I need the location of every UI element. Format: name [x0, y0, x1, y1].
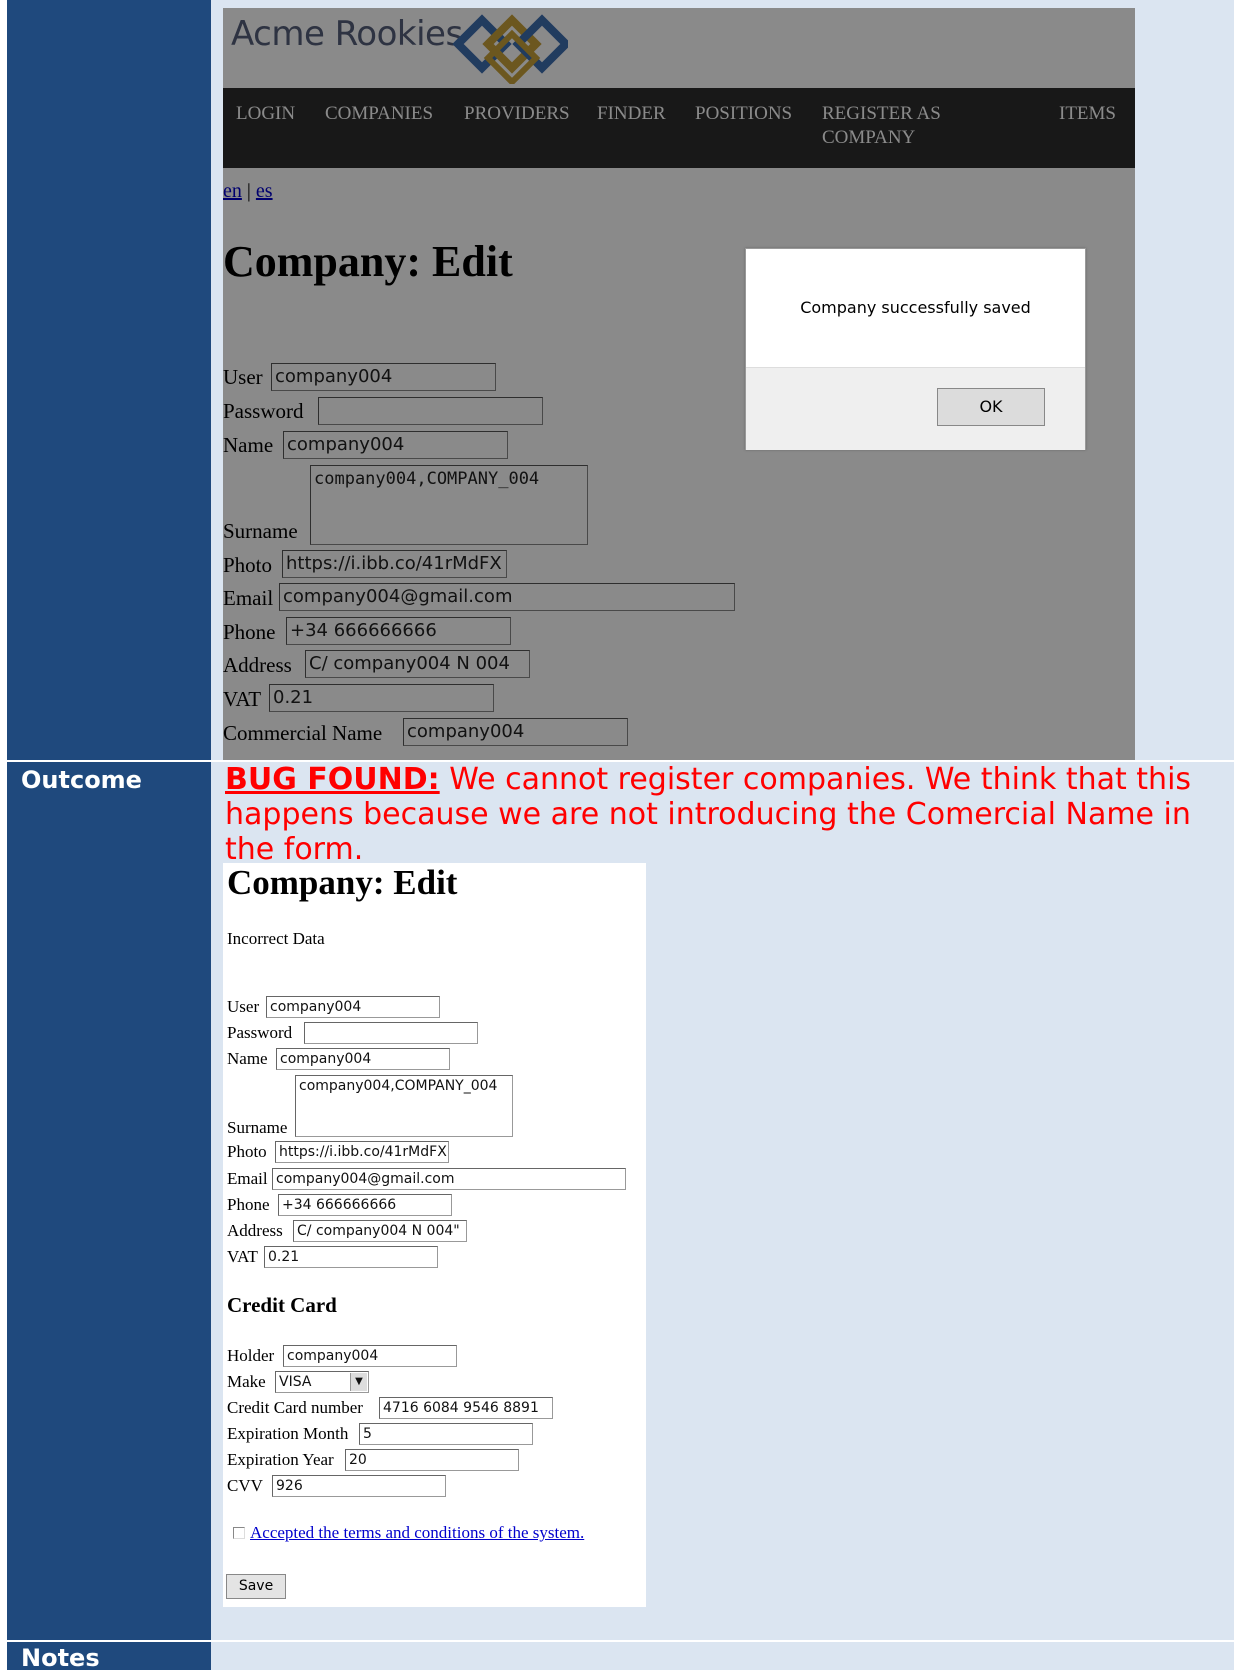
cvv-label: CVV — [227, 1476, 263, 1495]
dialog-footer: OK — [746, 367, 1085, 450]
make-select[interactable]: VISA ▼ — [275, 1371, 369, 1393]
error-message: Incorrect Data — [227, 929, 325, 948]
credit-card-heading: Credit Card — [227, 1293, 337, 1317]
card-number-input[interactable]: 4716 6084 9546 8891 — [379, 1397, 553, 1419]
surname-textarea[interactable]: company004,COMPANY_004 — [295, 1075, 513, 1137]
dialog-ok-button[interactable]: OK — [937, 388, 1045, 426]
card-number-label: Credit Card number — [227, 1398, 363, 1417]
bug-found-label: BUG FOUND: — [225, 762, 440, 797]
phone-label: Phone — [227, 1195, 270, 1214]
expiration-year-label: Expiration Year — [227, 1450, 334, 1469]
surname-label: Surname — [227, 1118, 288, 1137]
expiration-year-input[interactable]: 20 — [345, 1449, 519, 1471]
row-divider — [0, 1640, 1234, 1642]
address-input[interactable]: C/ company004 N 004" — [293, 1220, 467, 1242]
terms-checkbox[interactable] — [233, 1527, 245, 1539]
terms-link[interactable]: Accepted the terms and conditions of the… — [250, 1523, 584, 1543]
save-button[interactable]: Save — [226, 1574, 286, 1599]
holder-label: Holder — [227, 1346, 275, 1365]
cvv-input[interactable]: 926 — [272, 1475, 446, 1497]
expiration-month-input[interactable]: 5 — [359, 1423, 533, 1445]
dialog-message: Company successfully saved — [800, 298, 1031, 317]
chevron-down-icon[interactable]: ▼ — [350, 1373, 367, 1391]
form-title: Company: Edit — [227, 863, 458, 902]
address-label: Address — [227, 1221, 283, 1240]
phone-input[interactable]: +34 666666666 — [278, 1194, 452, 1216]
password-input[interactable] — [304, 1022, 478, 1044]
name-label: Name — [227, 1049, 268, 1068]
name-input[interactable]: company004 — [276, 1048, 450, 1070]
email-input[interactable]: company004@gmail.com — [272, 1168, 626, 1190]
outcome-label: Outcome — [21, 766, 142, 794]
screenshot-incorrect-data: Company: Edit Incorrect Data User compan… — [223, 863, 646, 1607]
vat-label: VAT — [227, 1247, 258, 1266]
outcome-text: BUG FOUND: We cannot register companies.… — [225, 762, 1225, 867]
user-input[interactable]: company004 — [266, 996, 440, 1018]
photo-label: Photo — [227, 1142, 267, 1161]
make-label: Make — [227, 1372, 266, 1391]
password-label: Password — [227, 1023, 293, 1042]
user-label: User — [227, 997, 260, 1016]
left-column — [7, 0, 211, 1670]
email-label: Email — [227, 1169, 268, 1188]
photo-input[interactable]: https://i.ibb.co/41rMdFX — [275, 1141, 449, 1163]
notes-label: Notes — [21, 1644, 100, 1672]
expiration-month-label: Expiration Month — [227, 1424, 349, 1443]
make-select-value: VISA — [279, 1374, 312, 1390]
screenshot-success-dialog: Acme Rookies LOGIN COMPANIES PROVIDERS F… — [223, 8, 1135, 760]
holder-input[interactable]: company004 — [283, 1345, 457, 1367]
vat-input[interactable]: 0.21 — [264, 1246, 438, 1268]
success-dialog: Company successfully saved OK — [745, 248, 1086, 450]
